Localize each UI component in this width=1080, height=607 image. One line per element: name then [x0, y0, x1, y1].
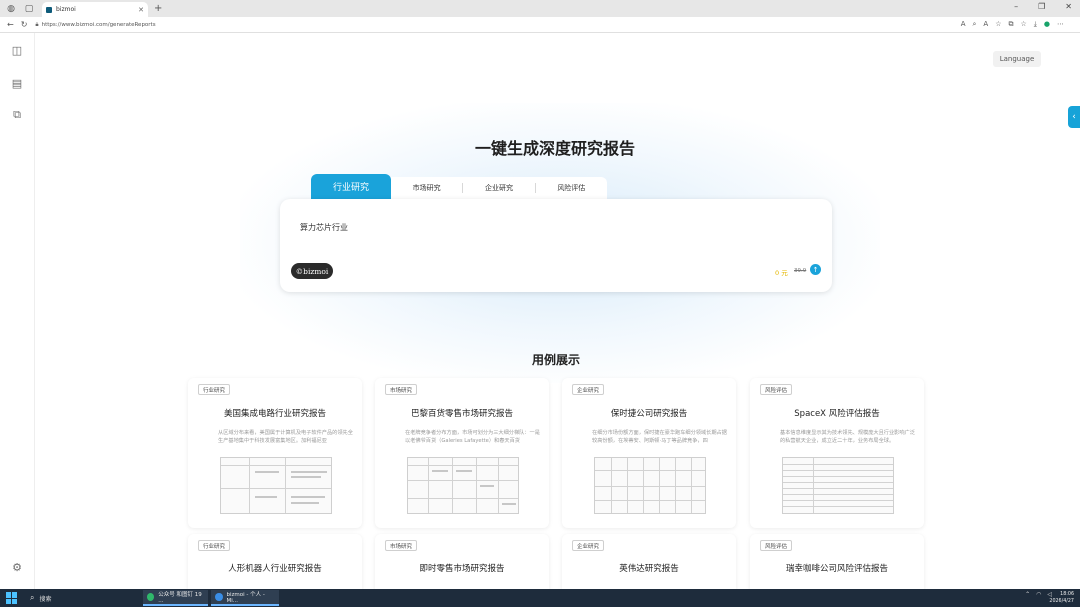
clock-time: 18:06: [1060, 592, 1074, 597]
profile-icon[interactable]: ◍: [4, 2, 18, 16]
clock[interactable]: 18:06 2026/4/27: [1049, 591, 1074, 605]
favorite-icon[interactable]: ☆: [995, 20, 1001, 29]
report-input-card: 算力芯片行业 ©bizmoi 0 元 39.9 ↑: [280, 199, 832, 292]
original-price: 39.9: [794, 268, 807, 274]
card-title: 即时零售市场研究报告: [419, 564, 505, 574]
url-text: https://www.bizmoi.com/generateReports: [41, 21, 156, 28]
example-card[interactable]: 市场研究 即时零售市场研究报告: [375, 534, 549, 589]
card-title: 瑞幸咖啡公司风险评估报告: [785, 564, 888, 574]
menu-icon[interactable]: ⋯: [1057, 20, 1064, 29]
example-card[interactable]: 市场研究 巴黎百货零售市场研究报告 在老牌竞争者分布方面，市场可划分为三大细分梯…: [375, 378, 549, 528]
card-tag: 风险评估: [760, 540, 793, 551]
tab-company-research[interactable]: 企业研究: [463, 183, 536, 193]
address-bar: ← ↻ 🔒︎ https://www.bizmoi.com/generateRe…: [0, 17, 1080, 33]
card-description: 在细分市场份额方面，保时捷在豪华跑车细分领域长期占据较高份额，在埃蒂安、阿斯顿·…: [592, 430, 727, 444]
card-tag: 企业研究: [572, 540, 605, 551]
sidebar-toggle-icon[interactable]: ◫: [11, 44, 23, 57]
search-icon[interactable]: ⌕: [30, 593, 34, 603]
report-thumbnail: [782, 457, 894, 514]
example-card[interactable]: 风险评估 瑞幸咖啡公司风险评估报告: [750, 534, 924, 589]
examples-title: 用例展示: [531, 353, 580, 367]
card-tag: 企业研究: [572, 384, 605, 395]
card-title: 保时捷公司研究报告: [610, 409, 688, 419]
edge-icon: [215, 593, 223, 601]
system-tray: ⌃ ◠ ◁: [1025, 591, 1052, 598]
taskbar-app[interactable]: 公众号 和图钉 19 ...: [143, 590, 208, 606]
close-tab-icon[interactable]: ✕: [138, 6, 144, 14]
card-title: 英伟达研究报告: [619, 564, 679, 574]
clock-date: 2026/4/27: [1049, 599, 1074, 604]
card-description: 在老牌竞争者分布方面，市场可划分为三大细分梯队：一是以老佛爷百货（Galerie…: [405, 430, 540, 444]
downloads-icon[interactable]: ⤓: [1034, 20, 1037, 29]
topic-input[interactable]: 算力芯片行业: [300, 222, 348, 233]
example-card[interactable]: 企业研究 英伟达研究报告: [562, 534, 736, 589]
tab-group: 市场研究 企业研究 风险评估: [391, 177, 607, 199]
card-tag: 市场研究: [385, 540, 418, 551]
card-tag: 行业研究: [198, 384, 231, 395]
example-card[interactable]: 风险评估 SpaceX 风险评估报告 基本信息维度显示其为技术领先、规模庞大且行…: [750, 378, 924, 528]
tab-industry-research[interactable]: 行业研究: [311, 174, 391, 199]
tab-actions-icon[interactable]: ▢: [22, 2, 36, 16]
zoom-icon[interactable]: ⌕: [973, 20, 977, 29]
reports-icon[interactable]: ⧉: [11, 108, 23, 121]
report-thumbnail: [220, 457, 332, 514]
window-controls: – ❐ ✕: [1014, 2, 1072, 11]
taskbar-search-label[interactable]: 搜索: [39, 594, 51, 603]
taskbar: ⌕ 搜索 公众号 和图钉 19 ... bizmoi - 个人 - Mi... …: [0, 589, 1080, 607]
taskbar-app[interactable]: bizmoi - 个人 - Mi...: [211, 590, 279, 606]
card-tag: 行业研究: [198, 540, 231, 551]
card-tag: 风险评估: [760, 384, 793, 395]
url-field[interactable]: 🔒︎ https://www.bizmoi.com/generateReport…: [35, 21, 155, 29]
tab-risk-assessment[interactable]: 风险评估: [536, 183, 607, 193]
submit-arrow-icon[interactable]: ↑: [810, 264, 821, 275]
page: ◫ ▤ ⧉ ⚙ Language ‹ 一键生成深度研究报告 行业研究 市场研究 …: [0, 33, 1080, 589]
tab-market-research[interactable]: 市场研究: [391, 183, 464, 193]
collapse-panel-button[interactable]: ‹: [1068, 106, 1080, 128]
card-title: SpaceX 风险评估报告: [794, 409, 880, 419]
card-description: 从区域分布来看，美国属于计算机及电子软件产品的领先全生产基地集中于科技发展富集地…: [218, 430, 353, 444]
close-window-icon[interactable]: ✕: [1065, 2, 1072, 11]
minimize-icon[interactable]: –: [1014, 2, 1018, 11]
windows-start-icon[interactable]: [6, 592, 18, 604]
example-card[interactable]: 行业研究 人形机器人行业研究报告: [188, 534, 362, 589]
left-sidebar: ◫ ▤ ⧉ ⚙: [0, 33, 35, 589]
extensions-icon[interactable]: ⧉: [1009, 20, 1014, 29]
settings-gear-icon[interactable]: ⚙: [11, 561, 23, 574]
tab-title: bizmoi: [56, 6, 76, 13]
credit-label: 0 元: [775, 269, 788, 277]
collections-icon[interactable]: ☆: [1021, 20, 1027, 29]
taskbar-app-label: 公众号 和图钉 19 ...: [158, 592, 202, 604]
card-description: 基本信息维度显示其为技术领先、规模庞大且行业影响广泛的私营航天企业，成立近二十年…: [780, 430, 915, 444]
brand-badge[interactable]: ©bizmoi: [291, 263, 333, 279]
maximize-icon[interactable]: ❐: [1038, 2, 1045, 11]
read-aloud-icon[interactable]: A: [983, 20, 988, 29]
card-tag: 市场研究: [385, 384, 418, 395]
favicon-icon: [46, 6, 52, 13]
example-card[interactable]: 企业研究 保时捷公司研究报告 在细分市场份额方面，保时捷在豪华跑车细分领域长期占…: [562, 378, 736, 528]
app-icon: [147, 593, 155, 601]
browser-tab[interactable]: bizmoi ✕: [42, 2, 148, 17]
wifi-icon[interactable]: ◠: [1036, 591, 1041, 598]
browser-tab-bar: ◍ ▢ bizmoi ✕ + – ❐ ✕: [0, 0, 1080, 17]
example-card[interactable]: 行业研究 美国集成电路行业研究报告 从区域分布来看，美国属于计算机及电子软件产品…: [188, 378, 362, 528]
arrow-left-icon[interactable]: ←: [7, 20, 14, 29]
browser-toolbar: A ⌕ A ☆ ⧉ ☆ ⤓ ● ⋯: [961, 20, 1064, 29]
taskbar-app-label: bizmoi - 个人 - Mi...: [226, 592, 265, 604]
refresh-icon[interactable]: ↻: [21, 20, 28, 29]
report-thumbnail: [594, 457, 706, 514]
card-title: 美国集成电路行业研究报告: [223, 409, 326, 419]
card-title: 人形机器人行业研究报告: [228, 564, 322, 574]
lock-icon: 🔒︎: [35, 20, 39, 28]
translate-icon[interactable]: A: [961, 20, 966, 29]
language-button[interactable]: Language: [993, 51, 1041, 67]
extension-dot-icon[interactable]: ●: [1044, 20, 1050, 29]
card-title: 巴黎百货零售市场研究报告: [410, 409, 513, 419]
new-tab-button[interactable]: +: [154, 3, 162, 14]
report-thumbnail: [407, 457, 519, 514]
document-icon[interactable]: ▤: [11, 77, 23, 90]
chevron-up-icon[interactable]: ⌃: [1025, 591, 1030, 598]
page-title: 一键生成深度研究报告: [474, 139, 635, 158]
mode-tabs: 行业研究 市场研究 企业研究 风险评估: [311, 174, 607, 199]
